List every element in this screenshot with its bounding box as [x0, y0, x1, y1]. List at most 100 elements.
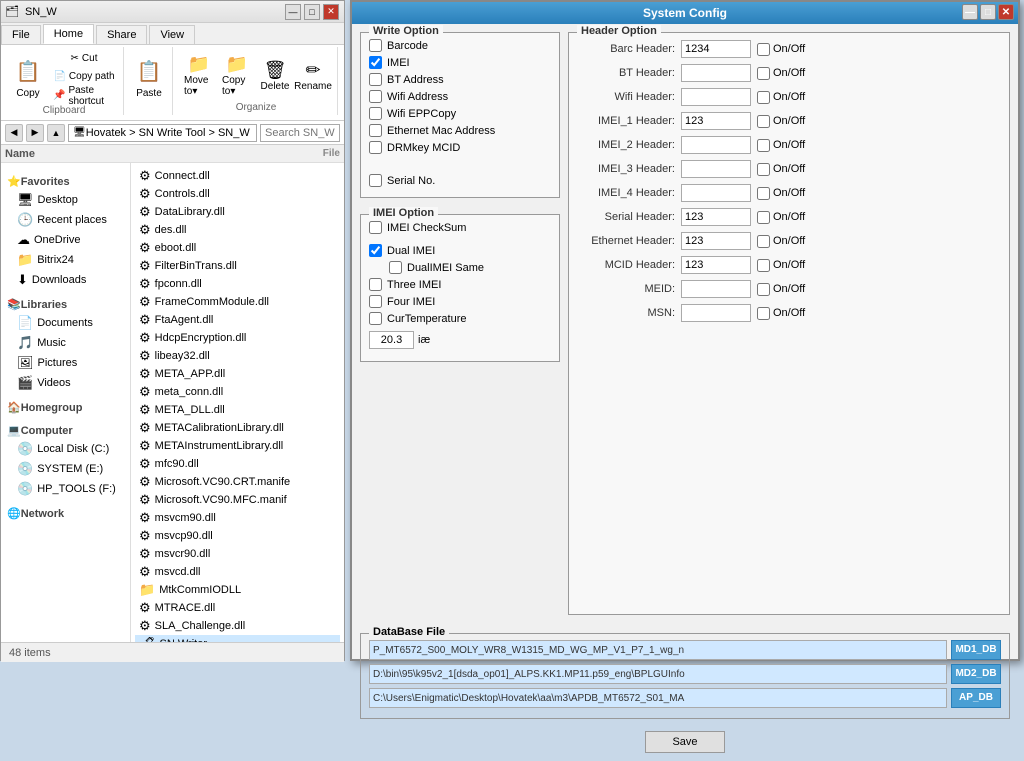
db-path-2[interactable] [369, 688, 947, 708]
homegroup-header[interactable]: 🏠 Homegroup [5, 399, 126, 416]
imei4-header-input[interactable] [681, 184, 751, 202]
explorer-close-btn[interactable]: ✕ [323, 4, 339, 20]
favorites-header[interactable]: ⭐ Favorites [5, 173, 126, 190]
list-item[interactable]: ⚙FilterBinTrans.dll [135, 257, 340, 275]
list-item[interactable]: ⚙msvcd.dll [135, 563, 340, 581]
meid-onoff-checkbox[interactable] [757, 283, 770, 296]
msn-input[interactable] [681, 304, 751, 322]
copy-button[interactable]: 📋 Copy [9, 49, 47, 105]
imei-checkbox[interactable] [369, 56, 382, 69]
list-item[interactable]: ⚙FtaAgent.dll [135, 311, 340, 329]
ethernet-mac-checkbox[interactable] [369, 124, 382, 137]
explorer-minimize-btn[interactable]: — [285, 4, 301, 20]
list-item[interactable]: ⚙msvcr90.dll [135, 545, 340, 563]
mcid-header-input[interactable] [681, 256, 751, 274]
explorer-maximize-btn[interactable]: □ [304, 4, 320, 20]
wifi-eppcopy-checkbox[interactable] [369, 107, 382, 120]
db-path-0[interactable] [369, 640, 947, 660]
nav-local-disk-c[interactable]: 💿Local Disk (C:) [5, 439, 126, 459]
dialog-close-btn[interactable]: ✕ [998, 4, 1014, 20]
imei2-header-input[interactable] [681, 136, 751, 154]
forward-button[interactable]: ▶ [26, 124, 44, 142]
paste-shortcut-button[interactable]: 📌 Paste shortcut [49, 88, 119, 104]
serial-header-input[interactable] [681, 208, 751, 226]
nav-downloads[interactable]: ⬇Downloads [5, 270, 126, 290]
address-path[interactable]: 🖥 Hovatek > SN Write Tool > SN_W [68, 124, 257, 142]
bt-onoff-checkbox[interactable] [757, 67, 770, 80]
imei2-onoff-checkbox[interactable] [757, 139, 770, 152]
list-item[interactable]: ⚙Microsoft.VC90.MFC.manif [135, 491, 340, 509]
rename-button[interactable]: ✏ Rename [295, 50, 331, 102]
cut-button[interactable]: ✂ Cut [49, 50, 119, 66]
barcode-checkbox[interactable] [369, 39, 382, 52]
wifi-address-checkbox[interactable] [369, 90, 382, 103]
msn-onoff-checkbox[interactable] [757, 307, 770, 320]
list-item[interactable]: 🖊SN Writer [135, 635, 340, 642]
three-imei-checkbox[interactable] [369, 278, 382, 291]
imei3-onoff-checkbox[interactable] [757, 163, 770, 176]
wifi-header-input[interactable] [681, 88, 751, 106]
nav-music[interactable]: 🎵Music [5, 333, 126, 353]
imei-checksum-checkbox[interactable] [369, 221, 382, 234]
nav-videos[interactable]: 🎬Videos [5, 373, 126, 393]
dialog-minimize-btn[interactable]: — [962, 4, 978, 20]
list-item[interactable]: ⚙des.dll [135, 221, 340, 239]
serial-onoff-checkbox[interactable] [757, 211, 770, 224]
imei1-onoff-checkbox[interactable] [757, 115, 770, 128]
nav-recent[interactable]: 🕒Recent places [5, 210, 126, 230]
nav-pictures[interactable]: 🖼Pictures [5, 353, 126, 373]
db-tag-btn-0[interactable]: MD1_DB [951, 640, 1001, 660]
barc-onoff-checkbox[interactable] [757, 43, 770, 56]
db-path-1[interactable] [369, 664, 947, 684]
db-tag-btn-1[interactable]: MD2_DB [951, 664, 1001, 684]
barc-header-input[interactable] [681, 40, 751, 58]
list-item[interactable]: ⚙mfc90.dll [135, 455, 340, 473]
ethernet-header-input[interactable] [681, 232, 751, 250]
four-imei-checkbox[interactable] [369, 295, 382, 308]
tab-share[interactable]: Share [96, 25, 147, 44]
delete-button[interactable]: 🗑 Delete [257, 50, 293, 102]
move-to-button[interactable]: 📁 Move to▾ [181, 50, 217, 102]
list-item[interactable]: ⚙DataLibrary.dll [135, 203, 340, 221]
list-item[interactable]: ⚙FrameCommModule.dll [135, 293, 340, 311]
up-button[interactable]: ▲ [47, 124, 65, 142]
list-item[interactable]: ⚙msvcm90.dll [135, 509, 340, 527]
computer-header[interactable]: 💻 Computer [5, 422, 126, 439]
imei3-header-input[interactable] [681, 160, 751, 178]
bt-header-input[interactable] [681, 64, 751, 82]
tab-file[interactable]: File [1, 25, 41, 44]
list-item[interactable]: ⚙HdcpEncryption.dll [135, 329, 340, 347]
back-button[interactable]: ◀ [5, 124, 23, 142]
list-item[interactable]: 📁MtkCommIODLL [135, 581, 340, 599]
paste-button[interactable]: 📋 Paste [130, 49, 168, 105]
list-item[interactable]: ⚙Microsoft.VC90.CRT.manife [135, 473, 340, 491]
mcid-onoff-checkbox[interactable] [757, 259, 770, 272]
meid-input[interactable] [681, 280, 751, 298]
list-item[interactable]: ⚙METACalibrationLibrary.dll [135, 419, 340, 437]
list-item[interactable]: ⚙SLA_Challenge.dll [135, 617, 340, 635]
drmkey-checkbox[interactable] [369, 141, 382, 154]
nav-system-e[interactable]: 💿SYSTEM (E:) [5, 459, 126, 479]
list-item[interactable]: ⚙fpconn.dll [135, 275, 340, 293]
list-item[interactable]: ⚙eboot.dll [135, 239, 340, 257]
list-item[interactable]: ⚙msvcp90.dll [135, 527, 340, 545]
copy-path-button[interactable]: 📄 Copy path [49, 69, 119, 85]
tab-view[interactable]: View [149, 25, 195, 44]
imei4-onoff-checkbox[interactable] [757, 187, 770, 200]
list-item[interactable]: ⚙META_APP.dll [135, 365, 340, 383]
ethernet-onoff-checkbox[interactable] [757, 235, 770, 248]
nav-onedrive[interactable]: ☁OneDrive [5, 230, 126, 250]
bt-address-checkbox[interactable] [369, 73, 382, 86]
list-item[interactable]: ⚙META_DLL.dll [135, 401, 340, 419]
list-item[interactable]: ⚙meta_conn.dll [135, 383, 340, 401]
nav-desktop[interactable]: 🖥Desktop [5, 190, 126, 210]
wifi-onoff-checkbox[interactable] [757, 91, 770, 104]
list-item[interactable]: ⚙Connect.dll [135, 167, 340, 185]
dual-imei-checkbox[interactable] [369, 244, 382, 257]
serial-no-checkbox[interactable] [369, 174, 382, 187]
search-input[interactable] [260, 124, 340, 142]
cur-temperature-checkbox[interactable] [369, 312, 382, 325]
libraries-header[interactable]: 📚 Libraries [5, 296, 126, 313]
tab-home[interactable]: Home [43, 24, 94, 44]
temperature-input[interactable] [369, 331, 414, 349]
